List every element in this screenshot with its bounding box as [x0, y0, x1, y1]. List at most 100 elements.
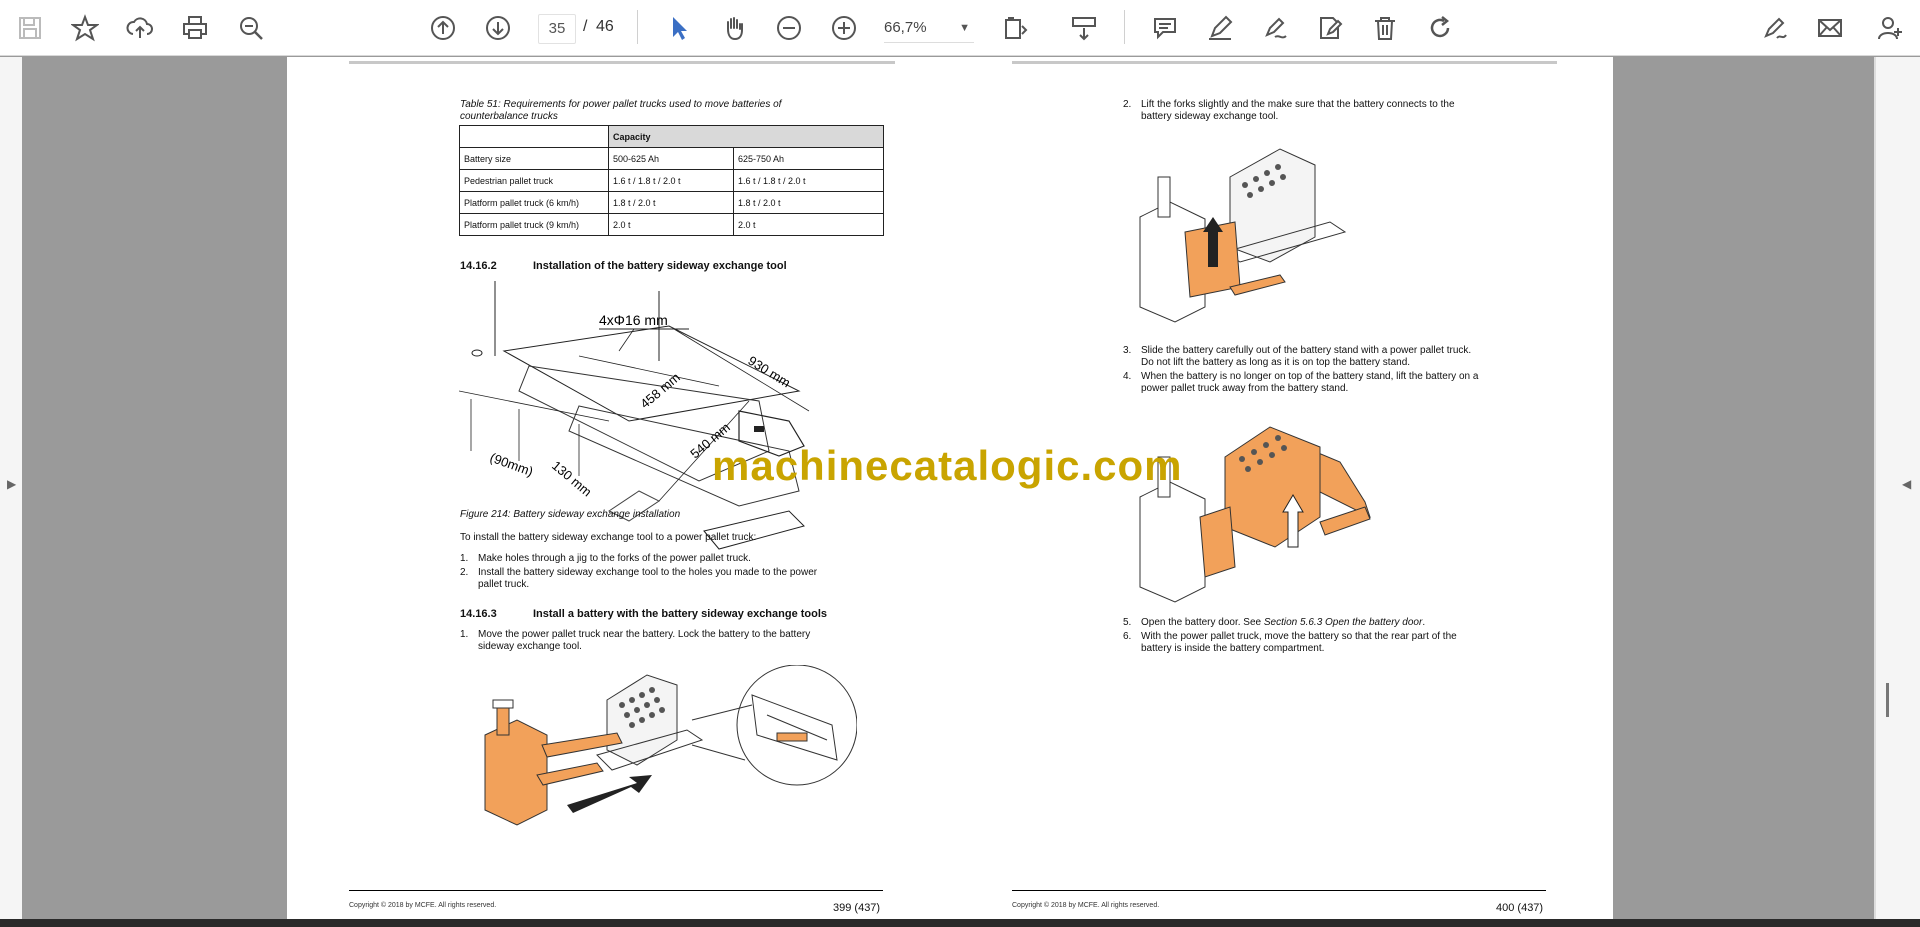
list-item: 5. Open the battery door. See Section 5.… — [1123, 617, 1543, 629]
dimension-458: 458 mm — [637, 370, 683, 412]
dimension-90: (90mm) — [488, 450, 535, 479]
dimension-130: 130 mm — [549, 458, 595, 500]
section-title: Installation of the battery sideway exch… — [533, 260, 787, 272]
list-text: When the battery is no longer on top of … — [1141, 371, 1479, 382]
zoom-in-icon[interactable] — [826, 10, 862, 46]
delete-trash-icon[interactable] — [1367, 10, 1403, 46]
expand-left-panel-icon[interactable]: ▶ — [7, 477, 16, 491]
section-number: 14.16.3 — [460, 608, 497, 620]
page-header-rule — [349, 61, 895, 64]
list-number: 5. — [1123, 617, 1132, 628]
list-item: 2. Install the battery sideway exchange … — [460, 567, 880, 591]
page-number: 400 (437) — [1496, 902, 1544, 914]
email-icon[interactable] — [1812, 10, 1848, 46]
section-reference-link[interactable]: Section 5.6.3 Open the battery door — [1264, 617, 1422, 628]
list-text: Do not lift the battery as long as it is… — [1141, 357, 1411, 368]
save-icon[interactable] — [12, 10, 48, 46]
list-item: 1. Move the power pallet truck near the … — [460, 629, 880, 653]
page-down-icon[interactable] — [480, 10, 516, 46]
table-cell: 1.6 t / 1.8 t / 2.0 t — [608, 169, 734, 192]
section-title: Install a battery with the battery sidew… — [533, 608, 828, 620]
page-total: 46 — [596, 18, 614, 35]
lift-forks-illustration — [1139, 148, 1347, 323]
page-fit-icon[interactable] — [998, 10, 1034, 46]
list-number: 2. — [460, 567, 469, 578]
sign-document-icon[interactable] — [1757, 10, 1793, 46]
table-header-capacity: Capacity — [608, 125, 884, 148]
table-cell: 1.8 t / 2.0 t — [608, 191, 734, 214]
scroll-mode-icon[interactable] — [1066, 10, 1102, 46]
list-item: 4. When the battery is no longer on top … — [1123, 371, 1543, 395]
toolbar-divider — [1124, 10, 1125, 44]
edit-document-icon[interactable] — [1312, 10, 1348, 46]
chevron-down-icon: ▼ — [959, 22, 970, 34]
list-item: 3. Slide the battery carefully out of th… — [1123, 345, 1543, 369]
section-heading-14-16-3: 14.16.3 Install a battery with the batter… — [460, 608, 827, 620]
list-text: Slide the battery carefully out of the b… — [1141, 345, 1472, 356]
list-number: 4. — [1123, 371, 1132, 382]
table-cell: 500-625 Ah — [608, 147, 734, 170]
highlight-pen-icon[interactable] — [1202, 10, 1238, 46]
list-text: battery is inside the battery compartmen… — [1141, 643, 1325, 654]
page-number-input[interactable]: 35 — [538, 14, 576, 44]
footer-rule — [1012, 890, 1546, 891]
list-text-prefix: Open the battery door. See — [1141, 617, 1264, 628]
bookmark-star-icon[interactable] — [67, 10, 103, 46]
toolbar-divider — [637, 10, 638, 44]
page-header-rule — [1012, 61, 1557, 64]
table-header-empty — [459, 125, 609, 148]
list-number: 1. — [460, 629, 469, 640]
list-text: sideway exchange tool. — [478, 641, 582, 652]
table-cell: 1.6 t / 1.8 t / 2.0 t — [733, 169, 884, 192]
table-cell: Pedestrian pallet truck — [459, 169, 609, 192]
bottom-bar — [0, 919, 1920, 927]
list-number: 2. — [1123, 99, 1132, 110]
page-separator: / — [583, 18, 588, 35]
watermark-text: machinecatalogic.com — [712, 442, 1183, 489]
add-user-icon[interactable] — [1872, 10, 1908, 46]
zoom-search-icon[interactable] — [233, 10, 269, 46]
copyright-text: Copyright © 2018 by MCFE. All rights res… — [349, 902, 497, 909]
expand-right-panel-icon[interactable]: ◀ — [1902, 477, 1911, 491]
list-text: Lift the forks slightly and the make sur… — [1141, 99, 1455, 110]
footer-rule — [349, 890, 883, 891]
intro-text: To install the battery sideway exchange … — [460, 532, 757, 543]
zoom-level-select[interactable]: 66,7% ▼ — [884, 14, 974, 43]
list-text: Move the power pallet truck near the bat… — [478, 629, 811, 640]
draw-freehand-icon[interactable] — [1257, 10, 1293, 46]
list-text: pallet truck. — [478, 579, 530, 590]
copyright-text: Copyright © 2018 by MCFE. All rights res… — [1012, 902, 1160, 909]
select-cursor-icon[interactable] — [661, 10, 697, 46]
toolbar: 35 / 46 66,7% ▼ — [0, 0, 1920, 56]
list-item: 2. Lift the forks slightly and the make … — [1123, 99, 1543, 123]
section-heading-14-16-2: 14.16.2 Installation of the battery sidew… — [460, 260, 787, 272]
section-number: 14.16.2 — [460, 260, 497, 272]
table-cell: 1.8 t / 2.0 t — [733, 191, 884, 214]
page-up-icon[interactable] — [425, 10, 461, 46]
redo-rotate-icon[interactable] — [1422, 10, 1458, 46]
dimension-holes: 4xΦ16 mm — [599, 312, 668, 328]
zoom-level-value: 66,7% — [884, 19, 927, 36]
list-text: battery sideway exchange tool. — [1141, 111, 1279, 122]
table-cell: Platform pallet truck (9 km/h) — [459, 213, 609, 236]
scrollbar-thumb[interactable] — [1886, 683, 1889, 717]
hand-tool-icon[interactable] — [716, 10, 752, 46]
dimension-930: 930 mm — [745, 353, 793, 391]
table-caption: Table 51: Requirements for power pallet … — [460, 99, 782, 122]
print-icon[interactable] — [177, 10, 213, 46]
table-cell: 2.0 t — [608, 213, 734, 236]
cloud-upload-icon[interactable] — [122, 10, 158, 46]
page-number: 399 (437) — [833, 902, 881, 914]
figure-caption: Figure 214: Battery sideway exchange ins… — [460, 509, 681, 520]
requirements-table: Capacity Battery size 500-625 Ah 625-750… — [459, 125, 884, 236]
list-item: 6. With the power pallet truck, move the… — [1123, 631, 1543, 655]
list-text: power pallet truck away from the battery… — [1141, 383, 1349, 394]
lift-battery-illustration — [1139, 426, 1371, 603]
list-text: Open the battery door. See Section 5.6.3… — [1141, 617, 1425, 629]
list-text: Install the battery sideway exchange too… — [478, 567, 818, 578]
table-cell: 625-750 Ah — [733, 147, 884, 170]
truck-approach-illustration — [484, 665, 857, 826]
zoom-out-icon[interactable] — [771, 10, 807, 46]
comment-icon[interactable] — [1147, 10, 1183, 46]
table-cell: 2.0 t — [733, 213, 884, 236]
